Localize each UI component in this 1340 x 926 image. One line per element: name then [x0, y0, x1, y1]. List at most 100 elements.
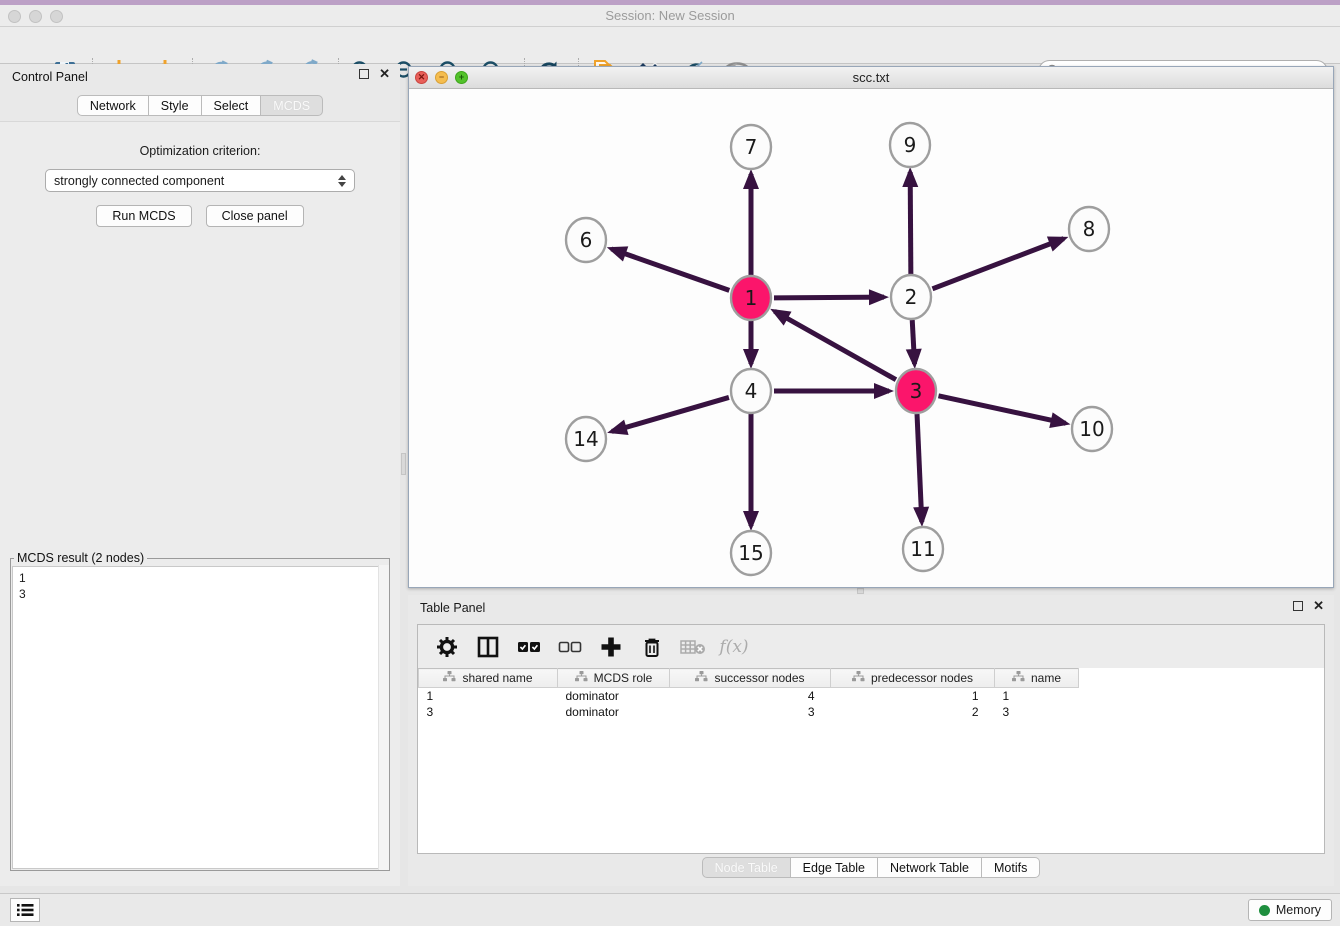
table-row[interactable]: 1dominator411 — [419, 688, 1079, 704]
close-network-button[interactable]: ✕ — [415, 71, 428, 84]
maximize-network-button[interactable]: + — [455, 71, 468, 84]
tab-network[interactable]: Network — [77, 95, 149, 116]
tab-mcds[interactable]: MCDS — [261, 95, 323, 116]
table-tab-network-table[interactable]: Network Table — [878, 857, 982, 878]
node-label-10: 10 — [1079, 417, 1104, 441]
node-label-14: 14 — [573, 427, 598, 451]
table-tab-edge-table[interactable]: Edge Table — [791, 857, 878, 878]
table-panel-header: Table Panel ✕ — [408, 595, 1334, 621]
dropdown-stepper-icon — [338, 175, 346, 187]
network-view-window: ✕ − + scc.txt 1234678910111415 — [408, 66, 1334, 588]
memory-button[interactable]: Memory — [1248, 899, 1332, 921]
create-column-plus-icon[interactable] — [598, 634, 624, 660]
table-tab-motifs[interactable]: Motifs — [982, 857, 1040, 878]
table-cell[interactable]: 1 — [995, 688, 1079, 704]
edge-3-to-1[interactable] — [775, 311, 896, 379]
format-columns-icon[interactable] — [475, 634, 501, 660]
mcds-result-title: MCDS result (2 nodes) — [14, 551, 147, 565]
network-window-title: scc.txt — [853, 70, 890, 85]
edge-2-to-3[interactable] — [912, 320, 914, 364]
table-cell[interactable]: 1 — [831, 688, 995, 704]
edge-2-to-8[interactable] — [932, 239, 1063, 289]
table-cell[interactable]: dominator — [558, 688, 670, 704]
node-table-container: f(x) shared nameMCDS rolesuccessor nodes… — [417, 624, 1325, 854]
close-window-button[interactable] — [8, 10, 21, 23]
mcds-result-box: MCDS result (2 nodes) 1 3 — [10, 551, 390, 871]
deselect-all-icon[interactable] — [557, 634, 583, 660]
table-cell[interactable]: dominator — [558, 704, 670, 720]
control-panel-title: Control Panel — [12, 70, 88, 84]
edge-2-to-9[interactable] — [910, 172, 911, 274]
float-table-panel-icon[interactable] — [1293, 601, 1303, 611]
window-controls-inactive[interactable] — [8, 10, 63, 23]
namespace-icon — [1012, 671, 1025, 685]
table-tab-node-table[interactable]: Node Table — [702, 857, 791, 878]
table-cell[interactable]: 3 — [995, 704, 1079, 720]
node-label-4: 4 — [745, 379, 758, 403]
table-panel-title: Table Panel — [420, 601, 485, 615]
delete-column-trash-icon[interactable] — [639, 634, 665, 660]
edge-3-to-11[interactable] — [917, 414, 922, 522]
node-label-9: 9 — [904, 133, 917, 157]
table-cell[interactable]: 3 — [670, 704, 831, 720]
namespace-icon — [852, 671, 865, 685]
horizontal-splitter-handle[interactable] — [857, 588, 864, 594]
memory-status-icon — [1259, 905, 1270, 916]
mcds-tab-content: Optimization criterion: strongly connect… — [0, 121, 400, 886]
panel-splitter-handle[interactable] — [401, 453, 406, 475]
column-header-predecessor-nodes[interactable]: predecessor nodes — [831, 669, 995, 688]
edge-1-to-2[interactable] — [774, 297, 884, 298]
table-cell[interactable]: 2 — [831, 704, 995, 720]
task-history-button[interactable] — [10, 898, 40, 922]
table-toolbar: f(x) — [418, 625, 1324, 668]
control-panel-header: Control Panel ✕ — [0, 64, 400, 90]
column-header-successor-nodes[interactable]: successor nodes — [670, 669, 831, 688]
node-label-6: 6 — [580, 228, 593, 252]
column-header-shared-name[interactable]: shared name — [419, 669, 558, 688]
close-panel-button[interactable]: Close panel — [206, 205, 304, 227]
close-table-panel-icon[interactable]: ✕ — [1313, 601, 1324, 611]
criterion-value: strongly connected component — [54, 174, 338, 188]
select-all-icon[interactable] — [516, 634, 542, 660]
namespace-icon — [443, 671, 456, 685]
list-icon — [16, 903, 34, 917]
mcds-result-text[interactable]: 1 3 — [12, 566, 388, 869]
table-panel: Table Panel ✕ — [408, 595, 1334, 886]
node-label-1: 1 — [745, 286, 758, 310]
criterion-dropdown[interactable]: strongly connected component — [45, 169, 355, 192]
table-cell[interactable]: 1 — [419, 688, 558, 704]
table-row[interactable]: 3dominator323 — [419, 704, 1079, 720]
control-panel-tabs: NetworkStyleSelectMCDS — [0, 95, 400, 116]
minimize-window-button[interactable] — [29, 10, 42, 23]
network-graph[interactable]: 1234678910111415 — [409, 89, 1333, 587]
table-cell[interactable]: 3 — [419, 704, 558, 720]
tab-select[interactable]: Select — [202, 95, 262, 116]
minimize-network-button[interactable]: − — [435, 71, 448, 84]
result-scrollbar[interactable] — [378, 565, 389, 870]
edge-3-to-10[interactable] — [938, 396, 1065, 423]
close-panel-icon[interactable]: ✕ — [379, 69, 390, 79]
fx-label: f(x) — [719, 637, 748, 657]
column-header-MCDS-role[interactable]: MCDS role — [558, 669, 670, 688]
node-label-11: 11 — [910, 537, 935, 561]
function-builder-icon[interactable]: f(x) — [721, 634, 747, 660]
main-toolbar — [0, 27, 1340, 64]
edge-4-to-14[interactable] — [612, 397, 729, 431]
node-table: shared nameMCDS rolesuccessor nodesprede… — [418, 668, 1079, 720]
table-cell[interactable]: 4 — [670, 688, 831, 704]
network-canvas[interactable]: 1234678910111415 — [409, 89, 1333, 587]
run-mcds-button[interactable]: Run MCDS — [96, 205, 191, 227]
column-header-name[interactable]: name — [995, 669, 1079, 688]
tab-style[interactable]: Style — [149, 95, 202, 116]
table-panel-tabs: Node TableEdge TableNetwork TableMotifs — [408, 857, 1334, 878]
float-panel-icon[interactable] — [359, 69, 369, 79]
destroy-table-icon[interactable] — [680, 634, 706, 660]
network-window-titlebar[interactable]: ✕ − + scc.txt — [409, 67, 1333, 89]
maximize-window-button[interactable] — [50, 10, 63, 23]
node-label-2: 2 — [905, 285, 918, 309]
table-mode-gear-icon[interactable] — [434, 634, 460, 660]
node-label-3: 3 — [910, 379, 923, 403]
app-titlebar: Session: New Session — [0, 5, 1340, 27]
node-label-15: 15 — [738, 541, 763, 565]
edge-1-to-6[interactable] — [611, 249, 729, 290]
